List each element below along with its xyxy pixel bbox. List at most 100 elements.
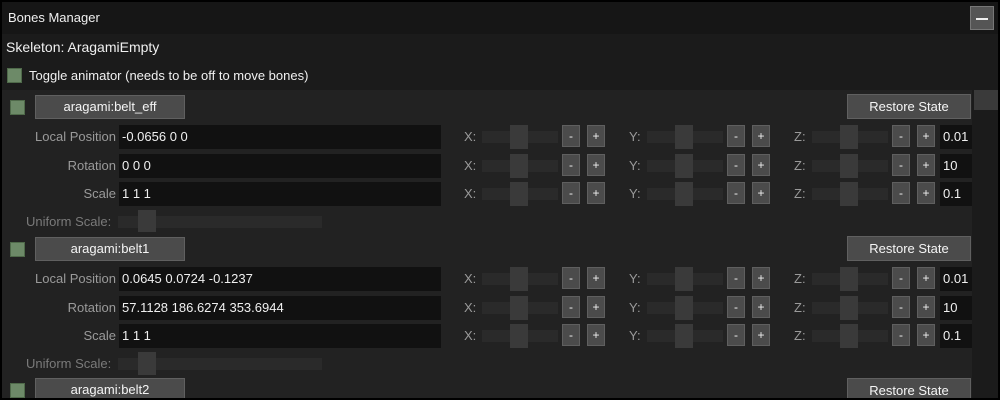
x-minus-button[interactable]: - [562, 154, 580, 176]
z-plus-button[interactable]: + [917, 296, 935, 318]
x-slider[interactable] [482, 154, 558, 178]
slider-knob[interactable] [510, 324, 528, 348]
y-plus-button[interactable]: + [752, 154, 770, 176]
z-minus-button[interactable]: - [892, 267, 910, 289]
slider-knob[interactable] [840, 125, 858, 149]
y-slider[interactable] [647, 296, 723, 320]
z-minus-button[interactable]: - [892, 154, 910, 176]
scale-field[interactable]: 1 1 1 [119, 182, 441, 206]
z-minus-button[interactable]: - [892, 296, 910, 318]
y-plus-button[interactable]: + [752, 267, 770, 289]
y-slider[interactable] [647, 324, 723, 348]
position-step-field[interactable]: 0.01 [940, 267, 972, 291]
x-minus-button[interactable]: - [562, 324, 580, 346]
slider-knob[interactable] [675, 267, 693, 291]
slider-knob[interactable] [510, 296, 528, 320]
title-bar[interactable]: Bones Manager [2, 2, 998, 34]
bone-enable-checkbox[interactable] [10, 242, 25, 257]
rotation-step-field[interactable]: 10 [940, 154, 972, 178]
y-slider[interactable] [647, 154, 723, 178]
x-slider[interactable] [482, 125, 558, 149]
scale-step-field[interactable]: 0.1 [940, 182, 972, 206]
x-slider[interactable] [482, 182, 558, 206]
slider-knob[interactable] [510, 154, 528, 178]
z-minus-button[interactable]: - [892, 324, 910, 346]
x-plus-button[interactable]: + [587, 267, 605, 289]
uniform-scale-slider[interactable] [118, 352, 322, 376]
slider-knob[interactable] [675, 154, 693, 178]
x-minus-button[interactable]: - [562, 296, 580, 318]
slider-knob[interactable] [510, 125, 528, 149]
bone-enable-checkbox[interactable] [10, 100, 25, 115]
z-slider[interactable] [812, 182, 888, 206]
slider-knob[interactable] [840, 267, 858, 291]
y-slider[interactable] [647, 182, 723, 206]
z-plus-button[interactable]: + [917, 267, 935, 289]
y-minus-button[interactable]: - [727, 267, 745, 289]
z-slider[interactable] [812, 154, 888, 178]
slider-knob[interactable] [675, 125, 693, 149]
y-slider[interactable] [647, 125, 723, 149]
y-minus-button[interactable]: - [727, 324, 745, 346]
toggle-animator-checkbox[interactable] [7, 68, 22, 83]
y-minus-button[interactable]: - [727, 296, 745, 318]
z-plus-button[interactable]: + [917, 154, 935, 176]
x-plus-button[interactable]: + [587, 296, 605, 318]
z-minus-button[interactable]: - [892, 182, 910, 204]
local-position-field[interactable]: 0.0645 0.0724 -0.1237 [119, 267, 441, 291]
slider-knob[interactable] [138, 352, 156, 376]
slider-knob[interactable] [510, 182, 528, 206]
slider-knob[interactable] [840, 296, 858, 320]
uniform-scale-slider[interactable] [118, 210, 322, 234]
y-plus-button[interactable]: + [752, 296, 770, 318]
y-minus-button[interactable]: - [727, 154, 745, 176]
restore-state-button[interactable]: Restore State [847, 378, 971, 398]
y-plus-button[interactable]: + [752, 125, 770, 147]
bone-name-button[interactable]: aragami:belt_eff [35, 95, 185, 119]
bone-enable-checkbox[interactable] [10, 383, 25, 398]
local-position-field[interactable]: -0.0656 0 0 [119, 125, 441, 149]
scale-step-field[interactable]: 0.1 [940, 324, 972, 348]
x-plus-button[interactable]: + [587, 125, 605, 147]
z-plus-button[interactable]: + [917, 125, 935, 147]
z-slider[interactable] [812, 296, 888, 320]
x-plus-button[interactable]: + [587, 154, 605, 176]
z-slider[interactable] [812, 267, 888, 291]
rotation-field[interactable]: 57.1128 186.6274 353.6944 [119, 296, 441, 320]
y-slider[interactable] [647, 267, 723, 291]
z-minus-button[interactable]: - [892, 125, 910, 147]
slider-knob[interactable] [840, 154, 858, 178]
restore-state-button[interactable]: Restore State [847, 236, 971, 261]
minimize-button[interactable] [970, 6, 994, 30]
y-minus-button[interactable]: - [727, 182, 745, 204]
bone-name-button[interactable]: aragami:belt1 [35, 237, 185, 261]
position-step-field[interactable]: 0.01 [940, 125, 972, 149]
scrollbar-thumb[interactable] [974, 90, 998, 110]
x-minus-button[interactable]: - [562, 125, 580, 147]
rotation-field[interactable]: 0 0 0 [119, 154, 441, 178]
slider-knob[interactable] [138, 210, 156, 234]
z-plus-button[interactable]: + [917, 182, 935, 204]
y-plus-button[interactable]: + [752, 324, 770, 346]
z-plus-button[interactable]: + [917, 324, 935, 346]
y-plus-button[interactable]: + [752, 182, 770, 204]
slider-knob[interactable] [675, 324, 693, 348]
slider-knob[interactable] [675, 296, 693, 320]
x-plus-button[interactable]: + [587, 324, 605, 346]
z-slider[interactable] [812, 125, 888, 149]
x-slider[interactable] [482, 296, 558, 320]
scale-field[interactable]: 1 1 1 [119, 324, 441, 348]
bone-name-button[interactable]: aragami:belt2 [35, 378, 185, 398]
slider-knob[interactable] [840, 324, 858, 348]
slider-knob[interactable] [510, 267, 528, 291]
x-slider[interactable] [482, 324, 558, 348]
slider-knob[interactable] [675, 182, 693, 206]
y-minus-button[interactable]: - [727, 125, 745, 147]
x-plus-button[interactable]: + [587, 182, 605, 204]
rotation-step-field[interactable]: 10 [940, 296, 972, 320]
restore-state-button[interactable]: Restore State [847, 94, 971, 119]
x-minus-button[interactable]: - [562, 267, 580, 289]
x-minus-button[interactable]: - [562, 182, 580, 204]
scrollbar-track[interactable] [974, 90, 998, 398]
x-slider[interactable] [482, 267, 558, 291]
